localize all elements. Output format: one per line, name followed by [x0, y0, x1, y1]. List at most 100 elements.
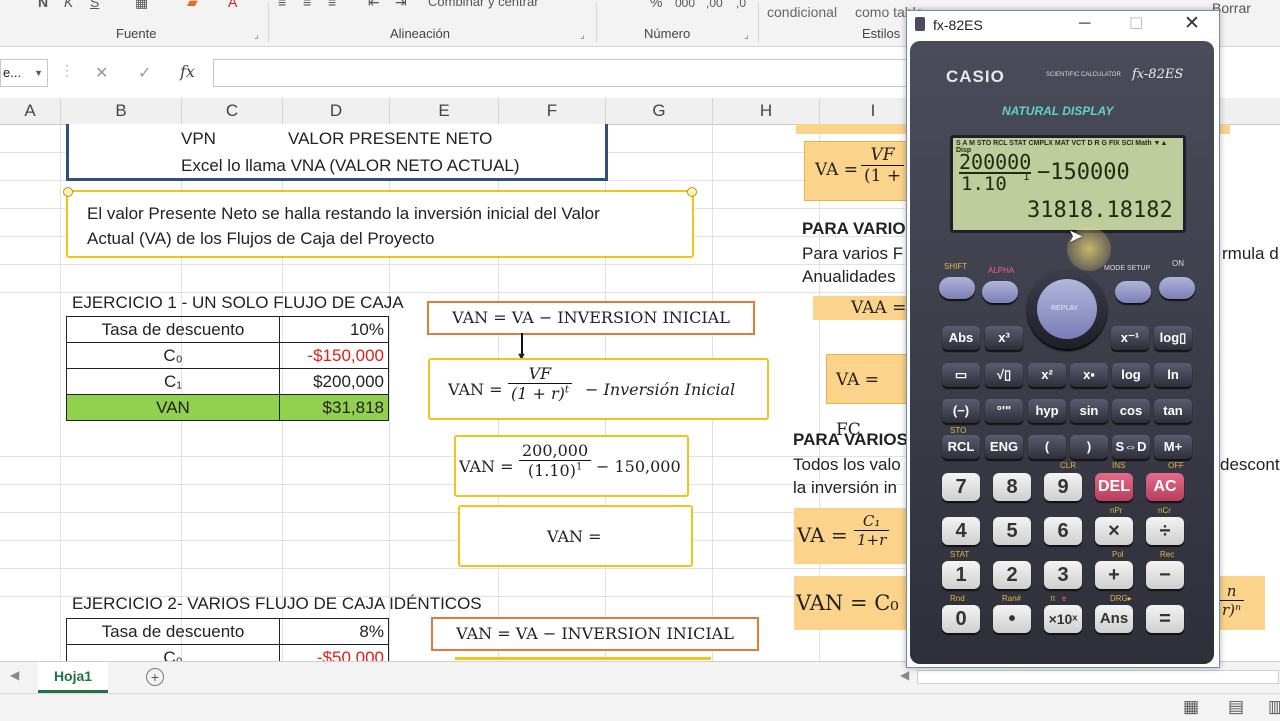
- maximize-icon[interactable]: ☐: [1129, 14, 1143, 34]
- dialog-launcher-icon[interactable]: ⌟: [580, 30, 585, 41]
- scroll-left-icon[interactable]: ◀: [900, 668, 909, 682]
- ln-key[interactable]: ln: [1154, 363, 1192, 387]
- c1-label[interactable]: C₁: [66, 368, 280, 395]
- key-7[interactable]: 7: [942, 473, 980, 501]
- sd-key[interactable]: S⇔D: [1112, 435, 1150, 459]
- alpha-key[interactable]: [982, 281, 1018, 303]
- calculator-window[interactable]: fx-82ES ─ ☐ ✕ CASIO SCIENTIFIC CALCULATO…: [906, 10, 1220, 668]
- abs-key[interactable]: Abs: [942, 326, 980, 350]
- cancel-icon[interactable]: ✕: [95, 63, 108, 83]
- enter-icon[interactable]: ✓: [138, 63, 151, 83]
- cos-key[interactable]: cos: [1112, 399, 1150, 423]
- sin-key[interactable]: sin: [1070, 399, 1108, 423]
- reciprocal-key[interactable]: x⁻¹: [1111, 326, 1149, 350]
- decimal-key[interactable]: •: [993, 605, 1031, 633]
- column-header-b[interactable]: B: [61, 98, 182, 124]
- align-right-icon[interactable]: ≡: [328, 0, 336, 10]
- resize-handle[interactable]: [687, 187, 697, 197]
- npv-note-shape[interactable]: El valor Presente Neto se halla restando…: [63, 187, 697, 258]
- ans-key[interactable]: Ans: [1095, 605, 1133, 633]
- fraction-key[interactable]: ▭: [942, 363, 980, 387]
- chevron-down-icon[interactable]: ▼: [34, 60, 43, 86]
- degree-key[interactable]: °'": [985, 399, 1023, 423]
- on-key[interactable]: [1159, 277, 1195, 299]
- column-header-g[interactable]: G: [606, 98, 713, 124]
- increase-indent-icon[interactable]: ⇥: [395, 0, 407, 11]
- m-plus-key[interactable]: M+: [1154, 435, 1192, 459]
- square-key[interactable]: x²: [1028, 363, 1066, 387]
- ac-key[interactable]: AC: [1146, 473, 1184, 501]
- formula-box-general[interactable]: VAN = VF (1 + r)t − Inversión Inicial: [428, 358, 769, 420]
- percent-button[interactable]: %: [650, 0, 662, 10]
- resize-handle[interactable]: [63, 187, 73, 197]
- key-6[interactable]: 6: [1044, 517, 1082, 545]
- del-key[interactable]: DEL: [1095, 473, 1133, 501]
- add-sheet-button[interactable]: +: [146, 668, 164, 686]
- open-paren-key[interactable]: (: [1028, 435, 1066, 459]
- equals-key[interactable]: =: [1146, 605, 1184, 633]
- key-2[interactable]: 2: [993, 561, 1031, 589]
- cube-key[interactable]: x³: [985, 326, 1023, 350]
- mode-key[interactable]: [1115, 281, 1151, 303]
- log-key[interactable]: log: [1112, 363, 1150, 387]
- merge-center-button[interactable]: Combinar y centrar: [428, 0, 539, 9]
- conditional-format-button[interactable]: condicional: [767, 4, 837, 20]
- underline-button[interactable]: S: [90, 0, 99, 10]
- insert-function-icon[interactable]: fx: [180, 62, 195, 81]
- replay-button[interactable]: REPLAY: [1037, 279, 1097, 339]
- key-0[interactable]: 0: [942, 605, 980, 633]
- bold-button[interactable]: N: [38, 0, 48, 10]
- c0-label[interactable]: C₀: [66, 342, 280, 369]
- key-1[interactable]: 1: [942, 561, 980, 589]
- decrease-indent-icon[interactable]: ⇤: [368, 0, 380, 11]
- horizontal-scrollbar[interactable]: [917, 670, 1279, 684]
- formula-box-van[interactable]: VAN = VA − INVERSION INICIAL: [427, 301, 755, 335]
- page-break-view-icon[interactable]: ▥: [1268, 697, 1280, 717]
- column-header-a[interactable]: A: [0, 98, 61, 124]
- sheet-tab-hoja1[interactable]: Hoja1: [38, 662, 108, 693]
- name-box[interactable]: e... ▼: [0, 59, 48, 87]
- rate-value[interactable]: 10%: [279, 316, 389, 343]
- tan-key[interactable]: tan: [1154, 399, 1192, 423]
- align-center-icon[interactable]: ≡: [303, 0, 311, 10]
- divide-key[interactable]: ÷: [1146, 517, 1184, 545]
- italic-button[interactable]: K: [64, 0, 73, 10]
- power-key[interactable]: x▪: [1070, 363, 1108, 387]
- calculator-titlebar[interactable]: fx-82ES ─ ☐ ✕: [907, 11, 1219, 41]
- page-layout-view-icon[interactable]: ▤: [1228, 697, 1244, 717]
- rate-value[interactable]: 8%: [279, 618, 389, 645]
- column-header-c[interactable]: C: [182, 98, 283, 124]
- dialog-launcher-icon[interactable]: ⌟: [744, 30, 749, 41]
- van-label[interactable]: VAN: [66, 394, 280, 421]
- column-header-e[interactable]: E: [390, 98, 499, 124]
- key-4[interactable]: 4: [942, 517, 980, 545]
- tab-scroll-left-icon[interactable]: ◀: [10, 668, 19, 682]
- close-icon[interactable]: ✕: [1184, 12, 1200, 35]
- thousands-button[interactable]: 000: [675, 0, 695, 10]
- formula-box-empty[interactable]: VAN =: [458, 505, 693, 567]
- column-header-f[interactable]: F: [499, 98, 606, 124]
- font-color-icon[interactable]: A: [228, 0, 237, 10]
- decrease-decimal-button[interactable]: ,0: [736, 0, 746, 10]
- minimize-icon[interactable]: ─: [1079, 15, 1090, 33]
- increase-decimal-button[interactable]: ,00: [706, 0, 723, 10]
- shift-key[interactable]: [939, 277, 975, 299]
- sqrt-key[interactable]: √▯: [985, 363, 1023, 387]
- log-base-key[interactable]: log▯: [1154, 326, 1192, 350]
- negative-key[interactable]: (−): [942, 399, 980, 423]
- key-3[interactable]: 3: [1044, 561, 1082, 589]
- van-value[interactable]: $31,818: [279, 394, 389, 421]
- c1-value[interactable]: $200,000: [279, 368, 389, 395]
- formula-input[interactable]: [213, 59, 915, 87]
- close-paren-key[interactable]: ): [1070, 435, 1108, 459]
- borders-icon[interactable]: ▦: [135, 0, 148, 11]
- key-5[interactable]: 5: [993, 517, 1031, 545]
- multiply-key[interactable]: ×: [1095, 517, 1133, 545]
- rate-label[interactable]: Tasa de descuento: [66, 316, 280, 343]
- plus-key[interactable]: +: [1095, 561, 1133, 589]
- c0-value[interactable]: -$150,000: [279, 342, 389, 369]
- key-9[interactable]: 9: [1044, 473, 1082, 501]
- formula-box-substituted[interactable]: VAN = 200,000 (1.10)1 − 150,000: [454, 435, 689, 497]
- align-left-icon[interactable]: ≡: [278, 0, 286, 10]
- column-header-h[interactable]: H: [713, 98, 820, 124]
